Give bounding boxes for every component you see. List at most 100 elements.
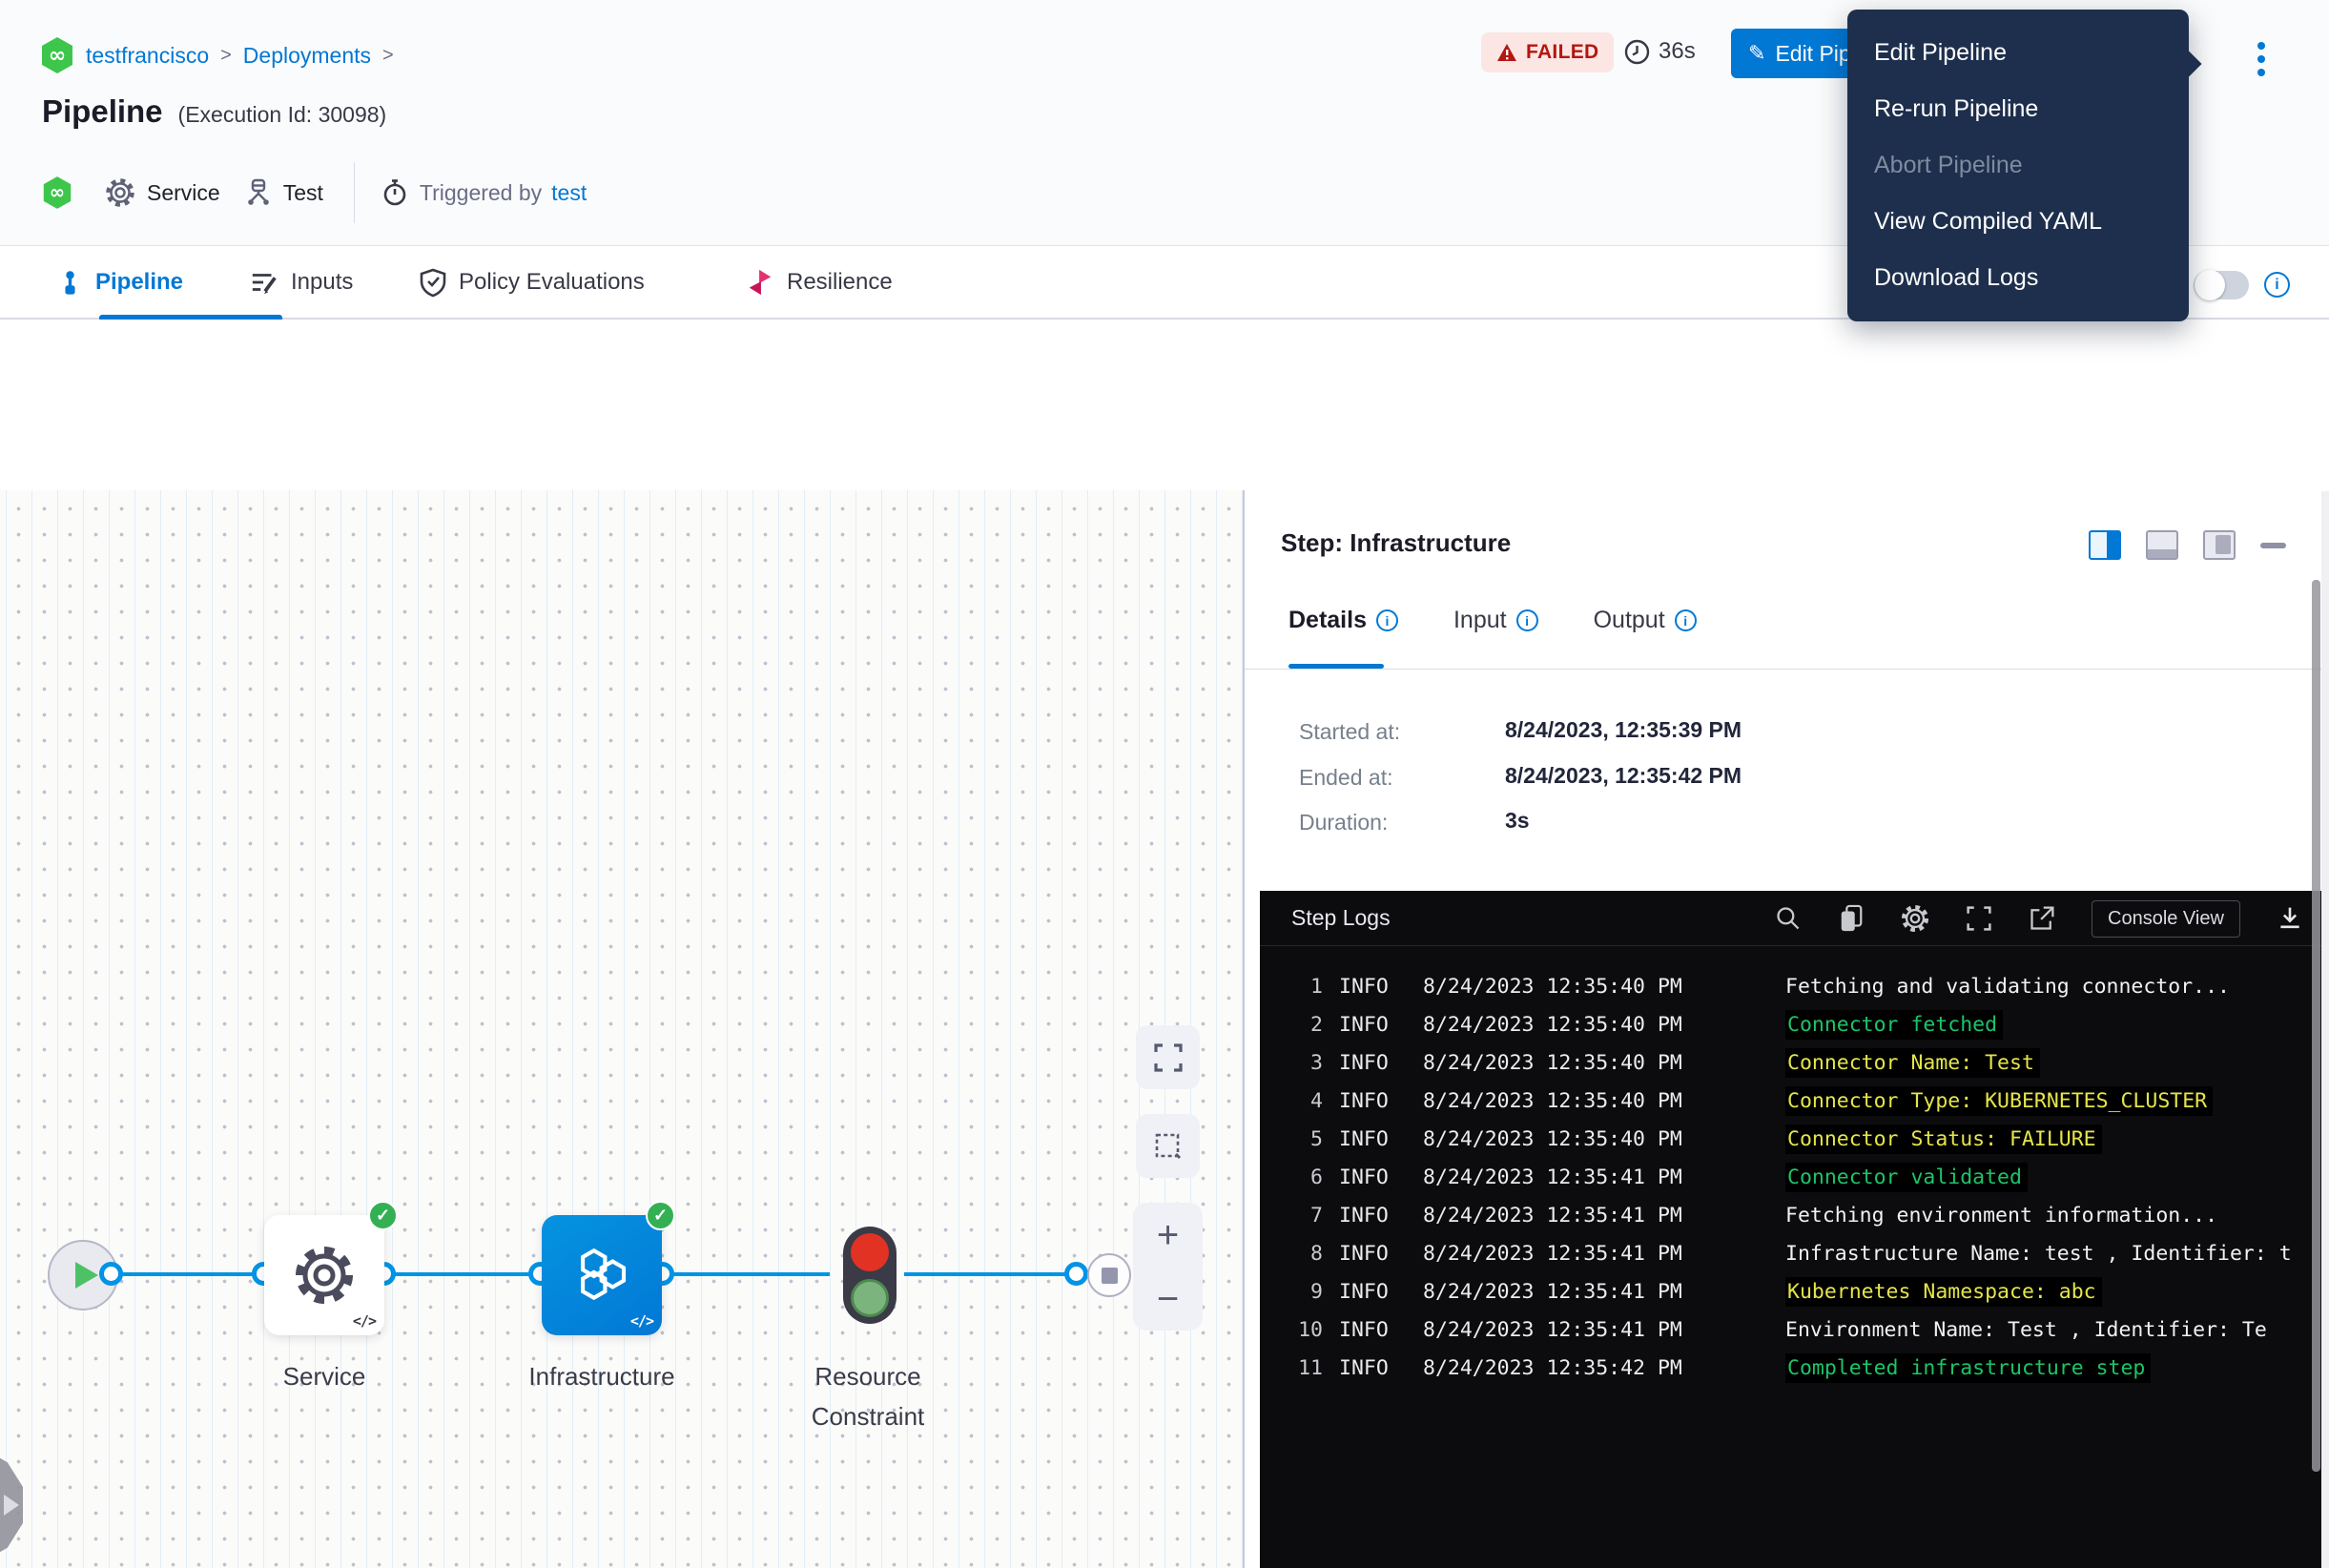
copy-icon[interactable] xyxy=(1838,904,1865,933)
log-message: Kubernetes Namespace: abc xyxy=(1785,1277,2102,1307)
search-icon[interactable] xyxy=(1775,905,1802,932)
warning-triangle-icon xyxy=(1496,43,1517,62)
started-at-label: Started at: xyxy=(1299,719,1400,745)
clock-icon xyxy=(1624,39,1650,65)
breadcrumb-separator: > xyxy=(220,45,232,67)
zoom-out-button[interactable]: − xyxy=(1157,1280,1179,1318)
download-icon[interactable] xyxy=(2277,905,2303,932)
node-port[interactable] xyxy=(99,1262,123,1286)
edge-connector xyxy=(670,1272,830,1276)
log-timestamp: 8/24/2023 12:35:41 PM xyxy=(1423,1242,1709,1266)
edge-connector xyxy=(113,1272,258,1276)
pipeline-actions-menu: Edit PipelineRe-run PipelineAbort Pipeli… xyxy=(1847,10,2189,321)
info-icon[interactable]: i xyxy=(2264,272,2290,298)
duration-label: Duration: xyxy=(1299,810,1388,836)
layout-right-split-icon[interactable] xyxy=(2089,530,2121,560)
node-service[interactable]: </> xyxy=(264,1215,384,1335)
scrollbar-thumb[interactable] xyxy=(2312,580,2320,1472)
log-message: Infrastructure Name: test , Identifier: … xyxy=(1785,1242,2292,1266)
layout-floating-icon[interactable] xyxy=(2203,530,2236,560)
marquee-selection-icon xyxy=(1153,1131,1184,1162)
page-title: Pipeline xyxy=(42,93,163,130)
log-line-number: 11 xyxy=(1260,1356,1323,1380)
log-line-3: 3INFO8/24/2023 12:35:40 PMConnector Name… xyxy=(1260,1043,2329,1082)
kebab-menu-icon[interactable] xyxy=(2247,34,2276,84)
breadcrumb-project[interactable]: testfrancisco xyxy=(86,43,209,69)
node-infrastructure[interactable]: </> xyxy=(542,1215,662,1335)
log-level: INFO xyxy=(1339,1013,1423,1037)
tab-input[interactable]: Inputi xyxy=(1453,607,1538,634)
step-logs-panel: Step Logs Console View 1INFO8/24/2023 12… xyxy=(1260,891,2329,1568)
menu-item-download-logs[interactable]: Download Logs xyxy=(1847,250,2189,306)
log-line-11: 11INFO8/24/2023 12:35:42 PMCompleted inf… xyxy=(1260,1349,2329,1387)
console-view-button[interactable]: Console View xyxy=(2092,900,2240,938)
elapsed-time: 36s xyxy=(1624,38,1696,65)
log-level: INFO xyxy=(1339,1089,1423,1113)
pipeline-end-node[interactable] xyxy=(1087,1253,1131,1297)
minimize-panel-icon[interactable] xyxy=(2260,543,2286,548)
external-link-icon[interactable] xyxy=(2029,905,2055,932)
layout-bottom-split-icon[interactable] xyxy=(2146,530,2178,560)
fullscreen-icon[interactable] xyxy=(1966,905,1992,932)
expand-left-panel-handle[interactable] xyxy=(0,1452,23,1558)
fit-to-screen-button[interactable] xyxy=(1136,1025,1200,1089)
log-lines[interactable]: 1INFO8/24/2023 12:35:40 PMFetching and v… xyxy=(1260,946,2329,1387)
tab-pipeline[interactable]: Pipeline xyxy=(57,247,183,318)
gear-icon[interactable] xyxy=(1901,904,1929,933)
tab-details[interactable]: Detailsi xyxy=(1288,607,1398,634)
harness-cd-icon: ∞ xyxy=(40,36,74,74)
node-resource-constraint[interactable] xyxy=(843,1227,897,1324)
policy-shield-icon xyxy=(420,268,446,298)
success-check-badge: ✓ xyxy=(368,1201,398,1230)
tab-output[interactable]: Outputi xyxy=(1594,607,1697,634)
log-line-number: 6 xyxy=(1260,1166,1323,1189)
menu-item-re-run-pipeline[interactable]: Re-run Pipeline xyxy=(1847,81,2189,137)
duration-value: 3s xyxy=(1505,808,1530,834)
tab-policy-evaluations[interactable]: Policy Evaluations xyxy=(420,247,645,318)
node-port[interactable] xyxy=(1064,1262,1088,1286)
log-line-2: 2INFO8/24/2023 12:35:40 PMConnector fetc… xyxy=(1260,1005,2329,1043)
log-timestamp: 8/24/2023 12:35:42 PM xyxy=(1423,1356,1709,1380)
info-icon[interactable]: i xyxy=(1376,609,1398,631)
view-toggle[interactable] xyxy=(2194,271,2249,299)
tab-inputs[interactable]: Inputs xyxy=(250,247,353,318)
log-timestamp: 8/24/2023 12:35:41 PM xyxy=(1423,1204,1709,1228)
node-label-infrastructure: Infrastructure xyxy=(504,1356,700,1396)
edge-connector xyxy=(904,1272,1072,1276)
log-timestamp: 8/24/2023 12:35:40 PM xyxy=(1423,1127,1709,1151)
log-line-5: 5INFO8/24/2023 12:35:40 PMConnector Stat… xyxy=(1260,1120,2329,1158)
breadcrumb-deployments[interactable]: Deployments xyxy=(243,43,371,69)
log-message: Connector validated xyxy=(1785,1163,2028,1192)
inputs-icon xyxy=(250,268,278,297)
pencil-icon: ✎ xyxy=(1748,41,1765,66)
breadcrumb: ∞ testfrancisco > Deployments > xyxy=(40,36,394,74)
code-icon: </> xyxy=(630,1312,653,1330)
play-icon xyxy=(75,1262,98,1289)
log-level: INFO xyxy=(1339,1242,1423,1266)
ended-at-value: 8/24/2023, 12:35:42 PM xyxy=(1505,763,1742,789)
zoom-controls: + − xyxy=(1133,1203,1203,1331)
log-message: Connector Name: Test xyxy=(1785,1048,2040,1078)
stop-icon xyxy=(1102,1268,1118,1284)
log-level: INFO xyxy=(1339,1356,1423,1380)
menu-item-edit-pipeline[interactable]: Edit Pipeline xyxy=(1847,25,2189,81)
environment-name[interactable]: Test xyxy=(283,180,323,206)
fullscreen-icon xyxy=(1153,1042,1184,1073)
log-line-number: 5 xyxy=(1260,1127,1323,1151)
scrollbar-track[interactable] xyxy=(2321,491,2329,1568)
pipeline-canvas[interactable]: </> ✓ </> ✓ Service Infrastructure Resou… xyxy=(0,490,1243,1568)
triggered-by-user[interactable]: test xyxy=(551,180,587,206)
log-line-number: 4 xyxy=(1260,1089,1323,1113)
zoom-in-button[interactable]: + xyxy=(1157,1216,1179,1254)
log-message: Connector fetched xyxy=(1785,1010,2003,1040)
service-gear-icon xyxy=(105,177,135,208)
tab-resilience[interactable]: Resilience xyxy=(746,247,893,318)
info-icon[interactable]: i xyxy=(1675,609,1697,631)
service-name[interactable]: Service xyxy=(147,180,220,206)
log-level: INFO xyxy=(1339,1051,1423,1075)
log-timestamp: 8/24/2023 12:35:40 PM xyxy=(1423,1051,1709,1075)
marquee-select-button[interactable] xyxy=(1136,1114,1200,1178)
log-message: Connector Type: KUBERNETES_CLUSTER xyxy=(1785,1086,2213,1116)
info-icon[interactable]: i xyxy=(1516,609,1538,631)
menu-item-view-compiled-yaml[interactable]: View Compiled YAML xyxy=(1847,194,2189,250)
